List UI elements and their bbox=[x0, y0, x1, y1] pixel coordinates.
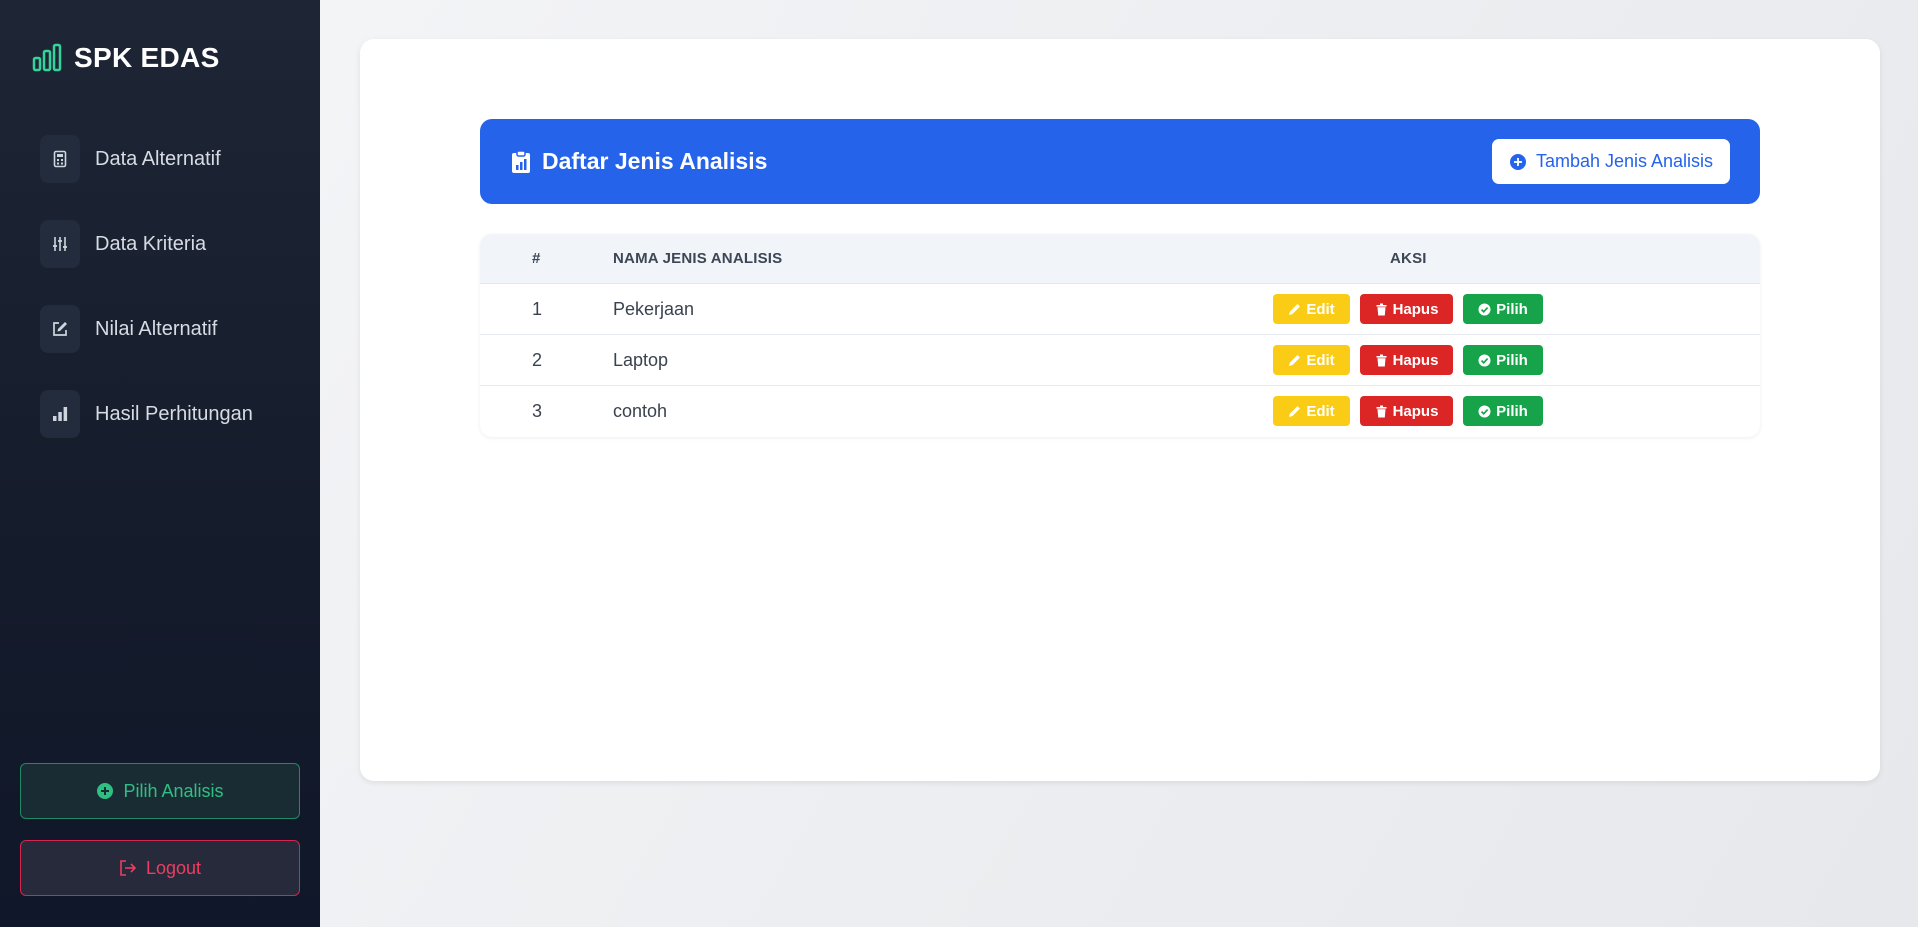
hapus-label: Hapus bbox=[1392, 402, 1439, 420]
check-circle-icon bbox=[1478, 354, 1491, 366]
pilih-label: Pilih bbox=[1496, 300, 1528, 318]
brand-title: SPK EDAS bbox=[74, 42, 220, 73]
edit-label: Edit bbox=[1306, 402, 1335, 420]
sidebar-item-label: Hasil Perhitungan bbox=[95, 402, 253, 425]
sidebar-item-data-kriteria[interactable]: Data Kriteria bbox=[40, 220, 206, 268]
sidebar-item-hasil-perhitungan[interactable]: Hasil Perhitungan bbox=[40, 390, 253, 438]
hapus-button[interactable]: Hapus bbox=[1360, 396, 1453, 426]
signal-bars-icon bbox=[53, 407, 68, 421]
edit-label: Edit bbox=[1306, 300, 1335, 318]
nav-icon-box bbox=[40, 135, 80, 183]
pilih-button[interactable]: Pilih bbox=[1463, 396, 1543, 426]
pilih-button[interactable]: Pilih bbox=[1463, 294, 1543, 324]
add-button-label: Tambah Jenis Analisis bbox=[1535, 151, 1714, 171]
hapus-label: Hapus bbox=[1392, 300, 1439, 318]
row-number: 3 bbox=[532, 401, 543, 421]
edit-button[interactable]: Edit bbox=[1273, 345, 1350, 375]
clipboard-chart-icon bbox=[512, 149, 530, 173]
pilih-label: Pilih bbox=[1496, 351, 1528, 369]
brand: SPK EDAS bbox=[32, 42, 220, 74]
sidebar-item-label: Data Alternatif bbox=[95, 147, 221, 170]
bar-chart-icon bbox=[32, 43, 62, 72]
nav-icon-box bbox=[40, 390, 80, 438]
plus-circle-icon bbox=[1509, 153, 1526, 170]
add-jenis-analisis-button[interactable]: Tambah Jenis Analisis bbox=[1492, 139, 1730, 184]
row-actions: Edit Hapus Pilih bbox=[1273, 294, 1553, 324]
check-circle-icon bbox=[1478, 303, 1491, 315]
pilih-button[interactable]: Pilih bbox=[1463, 345, 1543, 375]
calculator-icon bbox=[53, 150, 67, 168]
nav-icon-box bbox=[40, 305, 80, 353]
pencil-icon bbox=[1289, 354, 1301, 366]
edit-button[interactable]: Edit bbox=[1273, 396, 1350, 426]
hapus-button[interactable]: Hapus bbox=[1360, 294, 1453, 324]
row-number: 1 bbox=[532, 299, 543, 319]
pencil-icon bbox=[1289, 303, 1301, 315]
table-row: 3 contoh Edit Hapus Pilih bbox=[480, 386, 1760, 437]
row-actions: Edit Hapus Pilih bbox=[1273, 396, 1553, 426]
column-header-aksi: AKSI bbox=[1390, 250, 1427, 267]
table-header: # NAMA JENIS ANALISIS AKSI bbox=[480, 234, 1760, 284]
column-header-number: # bbox=[532, 250, 541, 267]
trash-icon bbox=[1376, 303, 1387, 315]
pencil-icon bbox=[1289, 405, 1301, 417]
table-row: 2 Laptop Edit Hapus Pilih bbox=[480, 335, 1760, 386]
page-title: Daftar Jenis Analisis bbox=[542, 148, 768, 174]
hapus-button[interactable]: Hapus bbox=[1360, 345, 1453, 375]
row-actions: Edit Hapus Pilih bbox=[1273, 345, 1553, 375]
column-header-name: NAMA JENIS ANALISIS bbox=[613, 250, 783, 267]
logout-button[interactable]: Logout bbox=[20, 840, 300, 896]
trash-icon bbox=[1376, 405, 1387, 417]
trash-icon bbox=[1376, 354, 1387, 366]
pilih-analisis-label: Pilih Analisis bbox=[123, 780, 224, 801]
logout-icon bbox=[120, 860, 137, 876]
edit-label: Edit bbox=[1306, 351, 1335, 369]
row-name: contoh bbox=[613, 401, 668, 421]
sidebar-item-nilai-alternatif[interactable]: Nilai Alternatif bbox=[40, 305, 217, 353]
check-circle-icon bbox=[1478, 405, 1491, 417]
logout-label: Logout bbox=[145, 857, 202, 878]
sidebar-item-label: Data Kriteria bbox=[95, 232, 207, 255]
hapus-label: Hapus bbox=[1392, 351, 1439, 369]
pilih-label: Pilih bbox=[1496, 402, 1528, 420]
sidebar: SPK EDAS Data Alternatif Data Kriteria N… bbox=[0, 0, 320, 927]
jenis-analisis-table: # NAMA JENIS ANALISIS AKSI 1 Pekerjaan E… bbox=[480, 234, 1760, 437]
sidebar-item-label: Nilai Alternatif bbox=[95, 317, 218, 340]
page-header: Daftar Jenis Analisis Tambah Jenis Anali… bbox=[480, 119, 1760, 204]
edit-icon bbox=[53, 322, 67, 336]
plus-circle-icon bbox=[97, 783, 114, 799]
row-name: Laptop bbox=[613, 350, 669, 370]
row-number: 2 bbox=[532, 350, 543, 370]
edit-button[interactable]: Edit bbox=[1273, 294, 1350, 324]
sidebar-item-data-alternatif[interactable]: Data Alternatif bbox=[40, 135, 221, 183]
row-name: Pekerjaan bbox=[613, 299, 695, 319]
nav-icon-box bbox=[40, 220, 80, 268]
table-row: 1 Pekerjaan Edit Hapus Pilih bbox=[480, 284, 1760, 335]
header-left: Daftar Jenis Analisis bbox=[510, 119, 767, 204]
pilih-analisis-button[interactable]: Pilih Analisis bbox=[20, 763, 300, 819]
sliders-icon bbox=[53, 237, 67, 251]
